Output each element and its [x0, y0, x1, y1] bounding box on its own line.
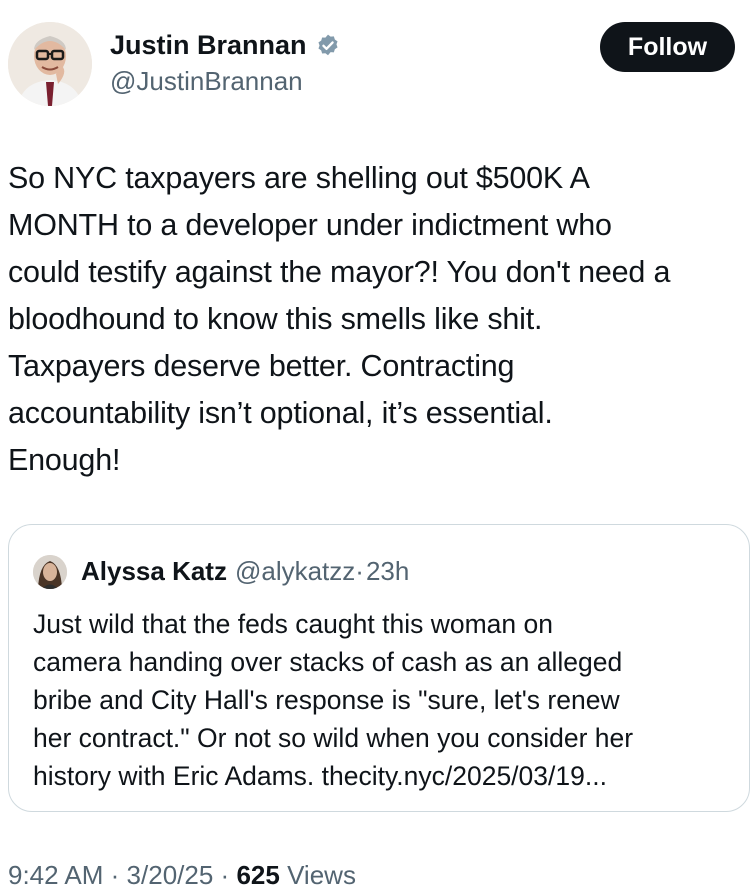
- tweet-meta: 9:42 AM · 3/20/25 · 625 Views: [8, 860, 356, 891]
- author-name-row[interactable]: Justin Brannan: [110, 30, 341, 61]
- quote-timestamp[interactable]: 23h: [366, 556, 409, 587]
- views-label[interactable]: Views: [287, 860, 356, 890]
- separator-dot: ·: [110, 860, 120, 890]
- quote-author-handle[interactable]: @alykatzz: [235, 556, 355, 587]
- separator-dot: ·: [355, 556, 364, 586]
- tweet-date[interactable]: 3/20/25: [127, 860, 214, 890]
- quote-author-name[interactable]: Alyssa Katz: [81, 556, 227, 587]
- quoted-tweet[interactable]: Alyssa Katz @alykatzz · 23h Just wild that…: [8, 524, 750, 812]
- author-avatar[interactable]: [8, 22, 92, 106]
- quote-author-avatar[interactable]: [33, 555, 67, 589]
- author-name[interactable]: Justin Brannan: [110, 30, 307, 61]
- tweet-time[interactable]: 9:42 AM: [8, 860, 103, 890]
- quote-text: Just wild that the feds caught this woma…: [33, 609, 634, 791]
- views-count[interactable]: 625: [236, 860, 279, 890]
- author-handle[interactable]: @JustinBrannan: [110, 66, 303, 97]
- follow-button[interactable]: Follow: [600, 22, 735, 72]
- verified-badge-icon: [315, 33, 341, 59]
- quote-header: Alyssa Katz @alykatzz · 23h: [81, 556, 409, 587]
- separator-dot: ·: [220, 860, 230, 890]
- tweet-text: So NYC taxpayers are shelling out $500K …: [8, 161, 671, 477]
